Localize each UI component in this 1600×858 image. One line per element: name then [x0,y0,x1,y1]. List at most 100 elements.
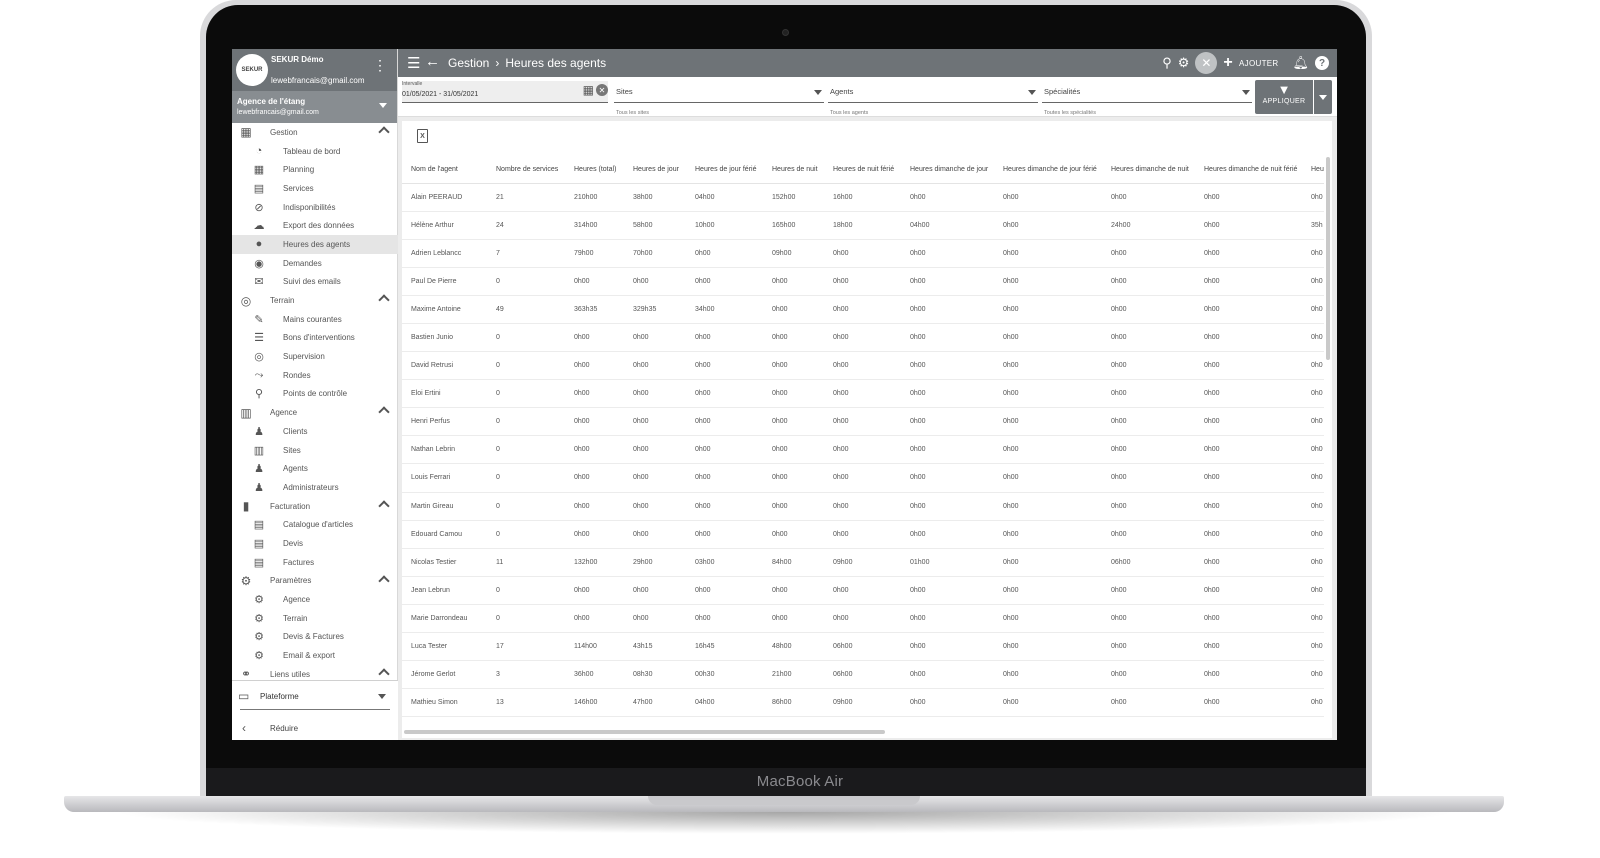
column-header[interactable]: Heures dimanche de nuit [1102,157,1195,184]
column-header[interactable]: Heures (total) [565,157,624,184]
sidebar-item-points-de-controle[interactable]: ⚲ Points de contrôle [232,385,398,404]
column-header[interactable]: Heures dimanche de jour férié [994,157,1102,184]
table-row[interactable]: Jean Lebrun 0 0h00 0h00 0h00 0h00 0h00 0h00 0h00… [402,576,1324,605]
search-icon[interactable]: ⚲ [1162,55,1172,71]
table-row[interactable]: Alain PEERAUD 21 210h00 38h00 04h00 152h00 16h… [402,183,1324,212]
gears-icon[interactable]: ⚙ [1178,55,1190,71]
sidebar-item-administrateurs[interactable]: ♟ Administrateurs [232,478,398,497]
sidebar-item-agents[interactable]: ♟ Agents [232,459,398,478]
sidebar-item-export[interactable]: ☁ Export des données [232,216,398,235]
table-row[interactable]: Nathan Lebrin 0 0h00 0h00 0h00 0h00 0h00 0h00 0h… [402,435,1324,465]
section-facturation[interactable]: ▮ Facturation [232,497,398,516]
section-terrain[interactable]: ◎ Terrain [232,291,398,310]
table-row[interactable]: Paul De Pierre 0 0h00 0h00 0h00 0h00 0h00 0h00 0… [402,267,1324,296]
sidebar-item-demandes[interactable]: ◉ Demandes [232,254,398,273]
hours-cell: 29h00 [624,548,686,577]
agents-select[interactable]: Agents Tous les agents [828,81,1038,116]
sidebar-item-clients[interactable]: ♟ Clients [232,422,398,441]
excel-export-icon[interactable]: X [417,129,428,143]
chevron-up-icon[interactable] [378,668,390,678]
section-gestion[interactable]: ▦ Gestion [232,123,398,142]
chevron-up-icon[interactable] [378,500,390,512]
table-row[interactable]: Martin Gireau 0 0h00 0h00 0h00 0h00 0h00 0h00 0h… [402,492,1324,521]
table-row[interactable]: Mathieu Simon 13 146h00 47h00 04h00 86h00 09h0… [402,688,1324,718]
section-label: Liens utiles [270,669,311,678]
sidebar-item-factures[interactable]: ▤ Factures [232,553,398,572]
menu-icon[interactable]: ☰ [407,54,420,72]
table-row[interactable]: Nicolas Testier 11 132h00 29h00 03h00 84h00 09… [402,548,1324,577]
interval-field[interactable]: Intervalle 01/05/2021 - 31/05/2021 ▦ ✕ [402,81,608,103]
chevron-up-icon[interactable] [378,126,390,138]
column-header[interactable]: Heu [1302,157,1324,184]
sidebar-item-services[interactable]: ▤ Services [232,179,398,198]
chevron-up-icon[interactable] [378,574,390,587]
table-row[interactable]: Edouard Camou 0 0h00 0h00 0h00 0h00 0h00 0h00 0h… [402,520,1324,549]
column-header[interactable]: Heures de nuit férié [824,157,901,184]
sidebar-item-heures-des-agents[interactable]: ● Heures des agents [232,235,398,254]
table-row[interactable]: Marie Darrondeau 0 0h00 0h00 0h00 0h00 0h00 0h0… [402,604,1324,634]
section-parametres[interactable]: ⚙ Paramètres [232,572,398,591]
sidebar-item-label: Bons d'interventions [283,333,355,343]
section-liens-utiles[interactable]: ⚭ Liens utiles [232,665,398,678]
breadcrumb-parent[interactable]: Gestion [448,56,489,70]
platform-selector[interactable]: ▭ Plateforme [238,689,299,703]
add-button[interactable]: + AJOUTER [1223,54,1278,72]
column-header[interactable]: Heures dimanche de nuit férié [1195,157,1302,184]
horizontal-scrollbar[interactable] [404,730,885,734]
apply-options-button[interactable] [1314,80,1332,114]
column-header[interactable]: Heures de jour [624,157,686,184]
sidebar-item-param-email-export[interactable]: ⚙ Email & export [232,646,398,665]
table-row[interactable]: David Retrusi 0 0h00 0h00 0h00 0h00 0h00 0h00 0h… [402,351,1324,381]
arrow-back-icon[interactable]: ← [425,53,440,70]
column-header[interactable]: Nom de l'agent [402,157,487,184]
specialites-select[interactable]: Spécialités Toutes les spécialités [1042,81,1252,116]
column-header[interactable]: Heures dimanche de jour [901,157,994,184]
reduce-button[interactable]: ‹ Réduire [242,721,298,735]
sidebar-item-catalogue[interactable]: ▤ Catalogue d'articles [232,515,398,534]
table-row[interactable]: Maxime Antoine 49 363h35 329h35 34h00 0h00 0h0… [402,295,1324,324]
table-row[interactable]: Adrien Leblancc 7 79h00 70h00 0h00 09h00 0h00 0… [402,239,1324,268]
hours-cell: 0h00 [824,407,901,437]
agency-selector[interactable]: Agence de l'étang lewebfrancais@gmail.co… [232,91,397,123]
column-header[interactable]: Heures de jour férié [686,157,763,184]
table-row[interactable]: Hélène Arthur 24 314h00 58h00 10h00 165h00 18h… [402,211,1324,240]
sidebar-item-tableau-de-bord[interactable]: ◔ Tableau de bord [232,142,398,161]
hours-cell: 0h00 [824,379,901,409]
table-row[interactable]: Jérome Gerlot 3 36h00 08h30 00h30 21h00 06h00 0… [402,660,1324,690]
calendar-icon[interactable]: ▦ [583,83,594,97]
table-row[interactable]: Bastien Junio 0 0h00 0h00 0h00 0h00 0h00 0h00 0h… [402,323,1324,353]
more-vert-icon[interactable]: ⋮ [373,58,387,72]
sidebar-item-indisponibilites[interactable]: ⊘ Indisponibilités [232,198,398,217]
sidebar-item-devis[interactable]: ▤ Devis [232,534,398,553]
sidebar-item-suivi-emails[interactable]: ✉ Suivi des emails [232,273,398,292]
sidebar-item-param-terrain[interactable]: ⚙ Terrain [232,609,398,628]
chevron-up-icon[interactable] [378,294,390,306]
table-row[interactable]: Henri Perfus 0 0h00 0h00 0h00 0h00 0h00 0h00 0h0… [402,407,1324,437]
table-row[interactable]: Luca Tester 17 114h00 43h15 16h45 48h00 06h00 0… [402,632,1324,662]
table-row[interactable]: Eloi Ertini 0 0h00 0h00 0h00 0h00 0h00 0h00 0h00… [402,379,1324,409]
apply-button[interactable]: ▼ APPLIQUER [1255,80,1313,114]
table-row[interactable]: Louis Ferrari 0 0h00 0h00 0h00 0h00 0h00 0h00 0h… [402,463,1324,493]
tools-icon[interactable]: ✕ [1195,52,1218,74]
sites-select[interactable]: Sites Tous les sites [614,81,824,116]
clear-icon[interactable]: ✕ [596,84,608,96]
sidebar-item-sites[interactable]: ▥ Sites [232,441,398,460]
chevron-up-icon[interactable] [378,406,390,418]
help-icon[interactable]: ? [1315,56,1329,70]
column-header[interactable]: Heures de nuit [763,157,824,184]
vertical-scrollbar[interactable] [1326,157,1330,360]
sidebar-item-mains-courantes[interactable]: ✎ Mains courantes [232,310,398,329]
sidebar-item-supervision[interactable]: ◎ Supervision [232,347,398,366]
bell-icon[interactable]: 🔔︎ [1292,55,1309,71]
section-agence[interactable]: ▥ Agence [232,403,398,422]
chevron-down-icon[interactable] [378,694,386,699]
sidebar-item-rondes[interactable]: ⤳ Rondes [232,366,398,385]
sidebar-item-param-agence[interactable]: ⚙ Agence [232,590,398,609]
sidebar-item-planning[interactable]: ▦ Planning [232,160,398,179]
sidebar-item-bons-interventions[interactable]: ☰ Bons d'interventions [232,329,398,348]
chevron-down-icon[interactable] [379,103,387,108]
column-header[interactable]: Nombre de services [487,157,565,184]
sidebar-item-param-devis-factures[interactable]: ⚙ Devis & Factures [232,628,398,647]
avatar[interactable]: SEKUR [236,54,268,86]
hours-cell: 0 [487,267,565,296]
